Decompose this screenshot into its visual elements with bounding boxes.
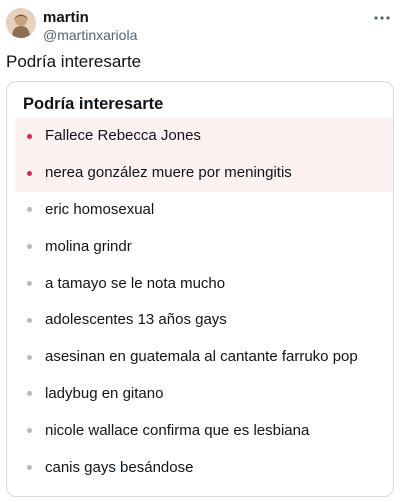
tweet: martin @martinxariola Podría interesarte… [0, 0, 400, 502]
user-name[interactable]: martin [43, 9, 89, 27]
list-item[interactable]: Fallece Rebecca Jones [15, 118, 393, 155]
list-item-label: ladybug en gitano [45, 384, 164, 402]
list-item-label: asesinan en guatemala al cantante farruk… [45, 348, 358, 366]
list-item-label: Fallece Rebecca Jones [45, 127, 201, 145]
list-item-label: canis gays besándose [45, 458, 194, 476]
list-item[interactable]: molina grindr [15, 228, 393, 265]
bullet-icon [27, 133, 32, 139]
list-item[interactable]: nerea gonzález muere por meningitis [15, 154, 393, 192]
more-options-icon[interactable] [372, 8, 392, 28]
list-item-label: nicole wallace confirma que es lesbiana [45, 421, 310, 439]
user-handle[interactable]: @martinxariola [43, 27, 137, 44]
list-item-label: eric homosexual [45, 200, 155, 218]
list-item-label: molina grindr [45, 237, 132, 255]
list-item[interactable]: asesinan en guatemala al cantante farruk… [15, 339, 393, 376]
bullet-icon [27, 244, 32, 250]
bullet-icon [27, 170, 32, 176]
bullet-icon [27, 207, 32, 213]
avatar[interactable] [6, 8, 36, 38]
list-item[interactable]: nicole wallace confirma que es lesbiana [15, 412, 393, 449]
suggestions-card: Podría interesarte Fallece Rebecca Jones… [6, 81, 394, 497]
list-item[interactable]: canis gays besándose [15, 449, 393, 486]
list-item-label: a tamayo se le nota mucho [45, 274, 226, 292]
bullet-icon [27, 354, 32, 360]
list-item[interactable]: a tamayo se le nota mucho [15, 265, 393, 302]
card-title: Podría interesarte [23, 95, 164, 113]
bullet-icon [27, 281, 32, 287]
bullet-icon [27, 391, 32, 397]
tweet-text: Podría interesarte [6, 52, 142, 71]
suggestions-list: Fallece Rebecca Jones nerea gonzález muer… [15, 118, 393, 486]
list-item[interactable]: adolescentes 13 años gays [15, 302, 393, 339]
bullet-icon [27, 317, 32, 323]
list-item[interactable]: ladybug en gitano [15, 376, 393, 413]
list-item-label: nerea gonzález muere por meningitis [45, 164, 292, 182]
bullet-icon [27, 428, 32, 434]
bullet-icon [27, 465, 32, 471]
tweet-header: martin @martinxariola [6, 6, 394, 46]
list-item[interactable]: eric homosexual [15, 192, 393, 229]
list-item-label: adolescentes 13 años gays [45, 311, 227, 329]
